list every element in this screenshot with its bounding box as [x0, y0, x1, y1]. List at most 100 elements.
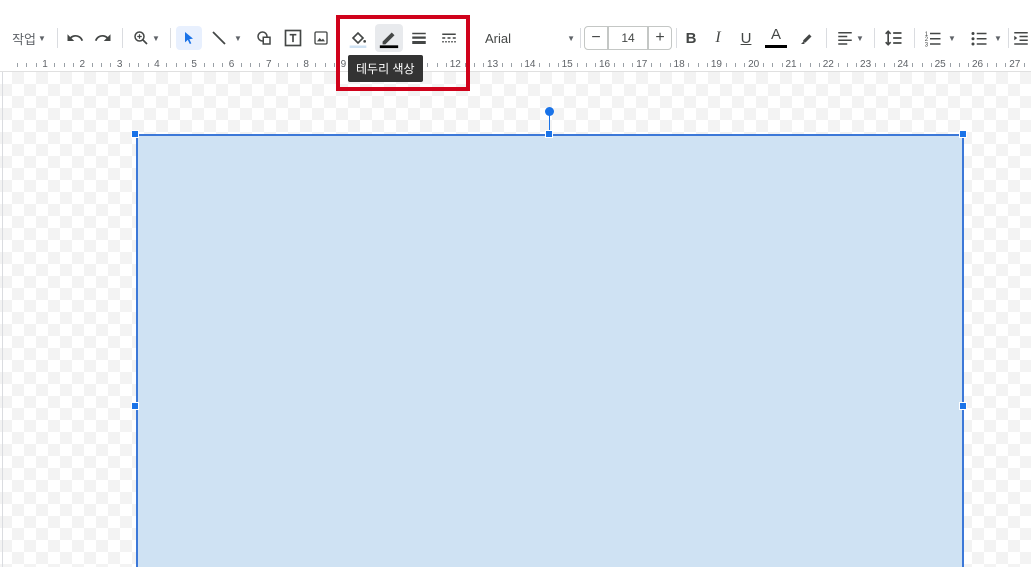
caret-down-icon: ▼: [948, 33, 956, 43]
toolbar: 작업 ▼ ▼ ▼ Arial ▼ − 14 + B I U A ▼ 1 2 3 …: [0, 18, 1031, 58]
ruler-number: 7: [266, 59, 272, 70]
ruler-tick: [688, 63, 690, 67]
resize-handle-left[interactable]: [131, 402, 139, 410]
numbered-list-icon: 123: [924, 29, 942, 47]
undo-icon: [66, 29, 84, 47]
font-size-input[interactable]: 14: [608, 26, 648, 50]
resize-handle-top[interactable]: [545, 130, 553, 138]
ruler-number: 25: [934, 59, 946, 70]
numbered-list-button[interactable]: 123 ▼: [920, 18, 960, 58]
resize-handle-top-right[interactable]: [959, 130, 967, 138]
insert-image-button[interactable]: [308, 18, 334, 58]
ruler-number: 16: [598, 59, 611, 70]
ruler-tick: [585, 63, 587, 67]
resize-handle-top-left[interactable]: [131, 130, 139, 138]
ruler-tick: [809, 63, 811, 67]
rotation-handle[interactable]: [545, 107, 554, 116]
line-spacing-icon: [884, 28, 904, 48]
border-color-tooltip: 테두리 색상: [348, 55, 423, 82]
ruler-number: 17: [636, 59, 648, 70]
ruler-tick: [212, 63, 214, 67]
line-spacing-button[interactable]: [880, 18, 908, 58]
ruler-tick: [483, 63, 485, 67]
ruler-tick: [744, 63, 746, 67]
actions-menu[interactable]: 작업 ▼: [8, 18, 50, 58]
shape-icon: [255, 29, 273, 47]
ruler-tick: [35, 63, 37, 67]
ruler-tick: [128, 63, 130, 67]
ruler-tick: [763, 63, 765, 67]
font-size-increase-button[interactable]: +: [648, 26, 672, 50]
bulleted-list-button[interactable]: ▼: [966, 18, 1006, 58]
ruler-number: 15: [561, 59, 573, 70]
font-family-select[interactable]: Arial ▼: [485, 18, 575, 58]
ruler-tick: [651, 63, 653, 67]
ruler-tick: [278, 63, 280, 67]
ruler-tick: [54, 63, 56, 67]
text-color-button[interactable]: A: [763, 18, 789, 58]
separator: [826, 28, 827, 48]
ruler-number: 5: [191, 59, 197, 70]
separator: [122, 28, 123, 48]
selected-rectangle-shape[interactable]: [136, 134, 964, 567]
ruler-tick: [884, 63, 886, 67]
ruler-tick: [772, 63, 774, 67]
ruler-tick: [26, 63, 28, 67]
separator: [580, 28, 581, 48]
ruler-tick: [100, 63, 102, 67]
ruler-tick: [17, 63, 19, 67]
caret-down-icon: ▼: [567, 33, 575, 43]
ruler-number: 8: [303, 59, 309, 70]
indent-button[interactable]: [1012, 18, 1031, 58]
ruler-tick: [735, 63, 737, 67]
ruler-tick: [818, 63, 820, 67]
ruler-tick: [63, 63, 65, 67]
text-box-button[interactable]: [280, 18, 306, 58]
indent-icon: [1012, 29, 1030, 47]
ruler-tick: [623, 63, 625, 67]
select-tool-button[interactable]: [176, 26, 202, 50]
ruler-tick: [576, 63, 578, 67]
font-family-value: Arial: [485, 30, 512, 46]
separator: [170, 28, 171, 48]
underline-button[interactable]: U: [735, 18, 757, 58]
canvas-edge: [2, 72, 3, 567]
ruler-tick: [175, 63, 177, 67]
ruler-tick: [222, 63, 224, 67]
ruler-tick: [91, 63, 93, 67]
ruler-tick: [110, 63, 112, 67]
font-size-decrease-button[interactable]: −: [584, 26, 608, 50]
ruler-tick: [147, 63, 149, 67]
italic-button[interactable]: I: [707, 18, 729, 58]
italic-label: I: [715, 29, 721, 46]
text-color-swatch: [765, 45, 787, 48]
shape-tool-button[interactable]: [252, 18, 276, 58]
ruler-tick: [669, 63, 671, 67]
bold-button[interactable]: B: [680, 18, 702, 58]
ruler-tick: [968, 63, 970, 67]
ruler-tick: [707, 63, 709, 67]
align-button[interactable]: ▼: [832, 18, 868, 58]
line-tool-icon: [210, 29, 228, 47]
svg-text:3: 3: [925, 42, 929, 47]
highlight-color-button[interactable]: [795, 18, 819, 58]
cursor-arrow-icon: [181, 30, 197, 46]
underline-label: U: [740, 29, 752, 47]
ruler-tick: [250, 63, 252, 67]
image-icon: [313, 30, 329, 46]
bold-label: B: [685, 29, 697, 47]
ruler-tick: [324, 63, 326, 67]
zoom-button[interactable]: ▼: [128, 18, 164, 58]
align-left-icon: [836, 29, 854, 47]
ruler-tick: [996, 63, 998, 67]
undo-button[interactable]: [62, 18, 88, 58]
ruler-tick: [138, 63, 140, 67]
ruler-tick: [557, 63, 559, 67]
resize-handle-right[interactable]: [959, 402, 967, 410]
ruler-number: 22: [822, 59, 834, 70]
line-tool-button[interactable]: ▼: [206, 18, 246, 58]
separator: [874, 28, 875, 48]
ruler-tick: [921, 63, 923, 67]
redo-button[interactable]: [90, 18, 116, 58]
ruler-number: 26: [971, 59, 984, 70]
